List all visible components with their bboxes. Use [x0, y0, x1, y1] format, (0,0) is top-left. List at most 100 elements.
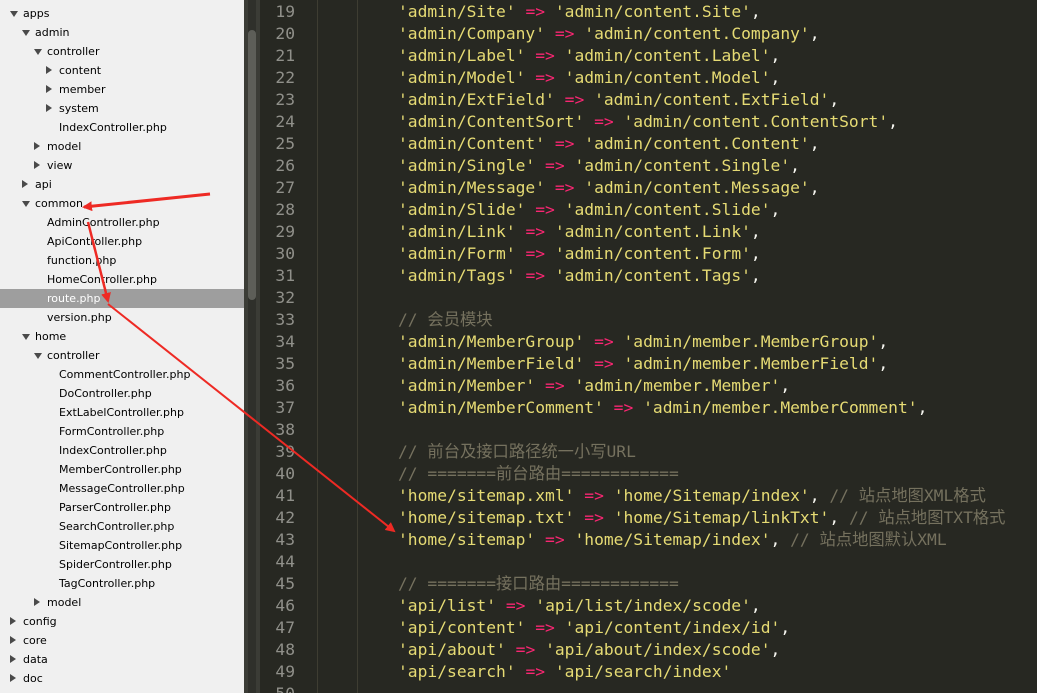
code-line[interactable]: 43 'home/sitemap' => 'home/Sitemap/index'… [260, 529, 1037, 551]
code-editor[interactable]: 19'admin/Site' => 'admin/content.Site', 2… [260, 0, 1037, 693]
tree-folder-item[interactable]: home [0, 327, 244, 346]
tree-item-label: ApiController.php [47, 235, 143, 248]
tree-item-label: TagController.php [59, 577, 156, 590]
code-line[interactable]: 41 'home/sitemap.xml' => 'home/Sitemap/in… [260, 485, 1037, 507]
code-line[interactable]: 40 // =======前台路由============ [260, 463, 1037, 485]
code-line[interactable]: 48 'api/about' => 'api/about/index/scode'… [260, 639, 1037, 661]
code-line[interactable]: 34 'admin/MemberGroup' => 'admin/member.M… [260, 331, 1037, 353]
tree-folder-item[interactable]: core [0, 631, 244, 650]
tree-file-item[interactable]: SitemapController.php [0, 536, 244, 555]
chevron-right-icon[interactable] [46, 104, 52, 112]
tree-file-item[interactable]: function.php [0, 251, 244, 270]
code-line[interactable]: 21 'admin/Label' => 'admin/content.Label'… [260, 45, 1037, 67]
code-line[interactable]: 37 'admin/MemberComment' => 'admin/member… [260, 397, 1037, 419]
tree-folder-item[interactable]: common [0, 194, 244, 213]
code-line[interactable]: 39 // 前台及接口路径统一小写URL [260, 441, 1037, 463]
tree-folder-item[interactable]: api [0, 175, 244, 194]
chevron-right-icon[interactable] [22, 180, 28, 188]
tree-file-item[interactable]: TagController.php [0, 574, 244, 593]
tree-file-item[interactable]: DoController.php [0, 384, 244, 403]
code-text: 'admin/Single' => 'admin/content.Single'… [398, 155, 800, 177]
tree-folder-item[interactable]: data [0, 650, 244, 669]
line-number: 40 [275, 464, 295, 483]
sidebar-scrollbar-thumb[interactable] [248, 30, 256, 300]
code-line[interactable]: 44 [260, 551, 1037, 573]
code-line[interactable]: 42 'home/sitemap.txt' => 'home/Sitemap/li… [260, 507, 1037, 529]
tree-folder-item[interactable]: controller [0, 346, 244, 365]
tree-file-item[interactable]: ApiController.php [0, 232, 244, 251]
code-line[interactable]: 50 [260, 683, 1037, 693]
tree-folder-item[interactable]: content [0, 61, 244, 80]
code-line[interactable]: 29 'admin/Link' => 'admin/content.Link', [260, 221, 1037, 243]
code-line[interactable]: 28 'admin/Slide' => 'admin/content.Slide'… [260, 199, 1037, 221]
tree-file-item[interactable]: IndexController.php [0, 118, 244, 137]
code-line[interactable]: 31 'admin/Tags' => 'admin/content.Tags', [260, 265, 1037, 287]
chevron-down-icon[interactable] [34, 353, 42, 359]
tree-file-item[interactable]: route.php [0, 289, 244, 308]
tree-folder-item[interactable]: member [0, 80, 244, 99]
tree-folder-item[interactable]: model [0, 137, 244, 156]
tree-folder-item[interactable]: apps [0, 4, 244, 23]
code-line[interactable]: 22 'admin/Model' => 'admin/content.Model'… [260, 67, 1037, 89]
tree-file-item[interactable]: HomeController.php [0, 270, 244, 289]
code-line[interactable]: 25 'admin/Content' => 'admin/content.Cont… [260, 133, 1037, 155]
chevron-right-icon[interactable] [34, 598, 40, 606]
chevron-down-icon[interactable] [22, 334, 30, 340]
code-line[interactable]: 30 'admin/Form' => 'admin/content.Form', [260, 243, 1037, 265]
chevron-right-icon[interactable] [10, 655, 16, 663]
tree-file-item[interactable]: MemberController.php [0, 460, 244, 479]
line-number: 25 [275, 134, 295, 153]
chevron-down-icon[interactable] [22, 201, 30, 207]
code-line[interactable]: 23 'admin/ExtField' => 'admin/content.Ext… [260, 89, 1037, 111]
code-line[interactable]: 32 [260, 287, 1037, 309]
tree-item-label: member [59, 83, 106, 96]
code-line[interactable]: 20 'admin/Company' => 'admin/content.Comp… [260, 23, 1037, 45]
code-line[interactable]: 47 'api/content' => 'api/content/index/id… [260, 617, 1037, 639]
code-line[interactable]: 46 'api/list' => 'api/list/index/scode', [260, 595, 1037, 617]
tree-file-item[interactable]: CommentController.php [0, 365, 244, 384]
code-line[interactable]: 24 'admin/ContentSort' => 'admin/content.… [260, 111, 1037, 133]
code-line[interactable]: 27 'admin/Message' => 'admin/content.Mess… [260, 177, 1037, 199]
chevron-right-icon[interactable] [10, 674, 16, 682]
chevron-right-icon[interactable] [10, 636, 16, 644]
tree-folder-item[interactable]: admin [0, 23, 244, 42]
punctuation-token [584, 112, 594, 131]
chevron-right-icon[interactable] [34, 142, 40, 150]
code-line[interactable]: 19 'admin/Site' => 'admin/content.Site', [260, 1, 1037, 23]
code-line[interactable]: 33 // 会员模块 [260, 309, 1037, 331]
tree-file-item[interactable]: FormController.php [0, 422, 244, 441]
tree-folder-item[interactable]: controller [0, 42, 244, 61]
tree-file-item[interactable]: MessageController.php [0, 479, 244, 498]
string-token: 'admin/Member' [398, 376, 536, 395]
line-number: 39 [275, 442, 295, 461]
chevron-right-icon[interactable] [46, 66, 52, 74]
chevron-right-icon[interactable] [46, 85, 52, 93]
chevron-right-icon[interactable] [34, 161, 40, 169]
code-line[interactable]: 45 // =======接口路由============ [260, 573, 1037, 595]
chevron-down-icon[interactable] [10, 11, 18, 17]
tree-folder-item[interactable]: config [0, 612, 244, 631]
code-line[interactable]: 38 [260, 419, 1037, 441]
tree-file-item[interactable]: ParserController.php [0, 498, 244, 517]
tree-file-item[interactable]: SpiderController.php [0, 555, 244, 574]
chevron-down-icon[interactable] [34, 49, 42, 55]
code-line[interactable]: 49 'api/search' => 'api/search/index' [260, 661, 1037, 683]
code-text: // 前台及接口路径统一小写URL [398, 441, 636, 463]
tree-folder-item[interactable]: system [0, 99, 244, 118]
tree-file-item[interactable]: ExtLabelController.php [0, 403, 244, 422]
chevron-right-icon[interactable] [10, 617, 16, 625]
tree-folder-item[interactable]: doc [0, 669, 244, 688]
code-line[interactable]: 26 'admin/Single' => 'admin/content.Singl… [260, 155, 1037, 177]
tree-file-item[interactable]: version.php [0, 308, 244, 327]
tree-file-item[interactable]: AdminController.php [0, 213, 244, 232]
tree-file-item[interactable]: IndexController.php [0, 441, 244, 460]
tree-folder-item[interactable]: model [0, 593, 244, 612]
tree-file-item[interactable]: SearchController.php [0, 517, 244, 536]
code-line[interactable]: 36 'admin/Member' => 'admin/member.Member… [260, 375, 1037, 397]
string-token: 'admin/Slide' [398, 200, 526, 219]
chevron-down-icon[interactable] [22, 30, 30, 36]
tree-folder-item[interactable]: view [0, 156, 244, 175]
punctuation-token: , [750, 266, 761, 285]
code-text: 'admin/Label' => 'admin/content.Label', [398, 45, 780, 67]
code-line[interactable]: 35 'admin/MemberField' => 'admin/member.M… [260, 353, 1037, 375]
